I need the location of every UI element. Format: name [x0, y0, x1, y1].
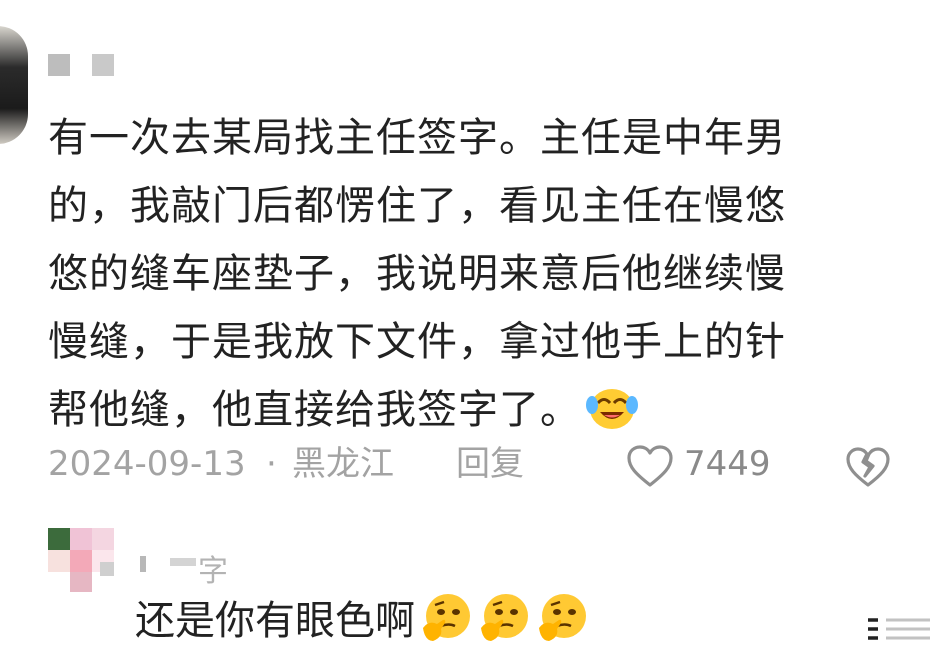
thinking-face-emoji-icon	[481, 594, 528, 641]
comment-line: 悠的缝车座垫子，我说明来意后他继续慢	[48, 251, 786, 297]
reply-body: 还是你有眼色啊	[135, 590, 589, 651]
comment-location: 黑龙江	[292, 444, 394, 484]
comment-line: 慢缝，于是我放下文件，拿过他手上的针	[48, 319, 786, 365]
commenter-username-pixelated[interactable]	[48, 54, 118, 76]
reply-text: 还是你有眼色啊	[135, 598, 415, 644]
comment-line-last: 帮他缝，他直接给我签字了。	[48, 376, 908, 444]
crying-laughing-emoji-icon	[586, 389, 638, 429]
heart-icon[interactable]	[626, 444, 674, 488]
reply-button[interactable]: 回复	[456, 442, 524, 486]
meta-separator: ·	[266, 444, 277, 484]
thinking-face-emoji-icon	[423, 594, 470, 641]
comment-body: 有一次去某局找主任签字。主任是中年男 的，我敲门后都愣住了，看见主任在慢悠 悠的…	[48, 104, 908, 444]
more-options-icon[interactable]	[864, 614, 934, 644]
thinking-face-emoji-icon	[539, 594, 586, 641]
reply-username-pixelated[interactable]: 字	[100, 552, 250, 589]
broken-heart-icon[interactable]	[845, 446, 891, 488]
like-count: 7449	[684, 444, 771, 484]
comment-line: 有一次去某局找主任签字。主任是中年男	[48, 115, 786, 161]
comment-line: 的，我敲门后都愣住了，看见主任在慢悠	[48, 183, 786, 229]
commenter-avatar[interactable]	[0, 26, 28, 144]
reply-username-fragment: 字	[198, 554, 228, 589]
comment-date: 2024-09-13	[48, 444, 246, 484]
